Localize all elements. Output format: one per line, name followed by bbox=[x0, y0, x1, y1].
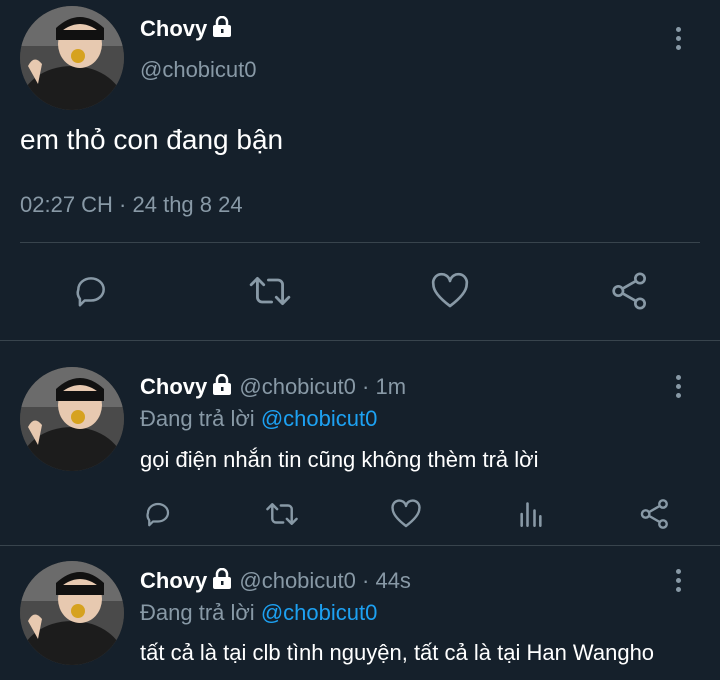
timestamp[interactable]: 02:27 CH · 24 thg 8 24 bbox=[20, 192, 243, 218]
avatar-photo bbox=[20, 367, 124, 471]
more-options-icon[interactable] bbox=[673, 569, 683, 595]
divider bbox=[20, 242, 700, 243]
reply-button[interactable] bbox=[66, 266, 116, 316]
avatar-photo bbox=[20, 561, 124, 665]
display-name[interactable]: Chovy bbox=[140, 16, 233, 42]
like-button[interactable] bbox=[425, 266, 475, 316]
share-icon bbox=[612, 272, 646, 310]
avatar[interactable] bbox=[20, 367, 124, 471]
share-icon bbox=[640, 499, 668, 529]
tweet-text: em thỏ con đang bận bbox=[20, 124, 284, 155]
relative-time[interactable]: · 44s bbox=[362, 568, 411, 593]
analytics-button[interactable] bbox=[511, 494, 551, 534]
retweet-icon bbox=[266, 503, 298, 525]
handle[interactable]: @chobicut0 bbox=[239, 568, 356, 593]
relative-time[interactable]: · 1m bbox=[362, 374, 406, 399]
avatar[interactable] bbox=[20, 561, 124, 665]
display-name[interactable]: Chovy bbox=[140, 374, 207, 399]
reply-button[interactable] bbox=[138, 494, 178, 534]
reply-tweet[interactable]: Chovy @chobicut0 · 1m Đang trả lời @chob… bbox=[0, 341, 720, 546]
analytics-icon bbox=[520, 502, 542, 527]
share-button[interactable] bbox=[635, 494, 675, 534]
avatar[interactable] bbox=[20, 6, 124, 110]
retweet-button[interactable] bbox=[262, 494, 302, 534]
reply-tweet[interactable]: Chovy @chobicut0 · 44s Đang trả lời @cho… bbox=[0, 546, 720, 680]
more-options-icon[interactable] bbox=[673, 375, 683, 401]
replying-prefix: Đang trả lời bbox=[140, 600, 255, 625]
replying-prefix: Đang trả lời bbox=[140, 406, 255, 431]
retweet-button[interactable] bbox=[245, 266, 295, 316]
avatar-photo bbox=[20, 6, 124, 110]
mention-link[interactable]: @chobicut0 bbox=[261, 600, 378, 625]
tweet-text: tất cả là tại clb tình nguyện, tất cả là… bbox=[140, 640, 655, 665]
mention-link[interactable]: @chobicut0 bbox=[261, 406, 378, 431]
like-icon bbox=[431, 272, 469, 308]
reply-icon bbox=[146, 502, 170, 527]
display-name[interactable]: Chovy bbox=[140, 568, 207, 593]
lock-icon bbox=[213, 568, 232, 589]
tweet-meta: Chovy @chobicut0 · 44s bbox=[140, 568, 411, 594]
more-options-icon[interactable] bbox=[673, 27, 683, 53]
retweet-icon bbox=[249, 277, 291, 305]
tweet-meta: Chovy @chobicut0 · 1m bbox=[140, 374, 406, 400]
reply-icon bbox=[76, 277, 105, 307]
like-button[interactable] bbox=[386, 494, 426, 534]
handle[interactable]: @chobicut0 bbox=[239, 374, 356, 399]
main-tweet: Chovy @chobicut0 em thỏ con đang bận 02:… bbox=[0, 0, 720, 341]
replying-to: Đang trả lời @chobicut0 bbox=[140, 600, 377, 626]
replying-to: Đang trả lời @chobicut0 bbox=[140, 406, 377, 432]
share-button[interactable] bbox=[605, 266, 655, 316]
lock-icon bbox=[213, 16, 232, 37]
lock-icon bbox=[213, 374, 232, 395]
tweet-text: gọi điện nhắn tin cũng không thèm trả lờ… bbox=[140, 447, 539, 472]
handle[interactable]: @chobicut0 bbox=[140, 57, 257, 83]
display-name-text[interactable]: Chovy bbox=[140, 16, 207, 41]
like-icon bbox=[391, 499, 421, 528]
